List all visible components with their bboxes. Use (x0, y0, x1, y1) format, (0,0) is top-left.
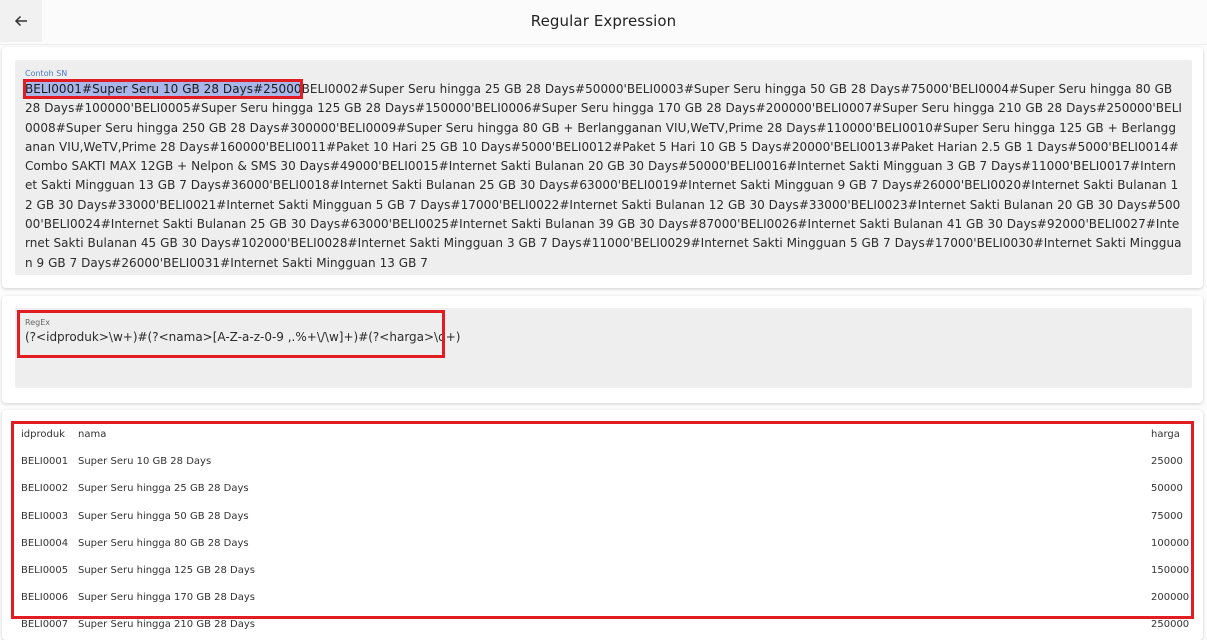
cell-harga: 250000 (1151, 619, 1190, 631)
cell-harga: 50000 (1151, 483, 1183, 495)
cell-idproduk: BELI0004 (21, 537, 69, 549)
cell-harga: 200000 (1151, 592, 1190, 604)
cell-idproduk: BELI0001 (21, 456, 69, 468)
header-harga: harga (1151, 429, 1180, 440)
cell-harga: 100000 (1151, 537, 1190, 549)
cell-nama: Super Seru hingga 210 GB 28 Days (78, 619, 255, 631)
table-header: idproduk nama harga (11, 420, 1191, 447)
cell-idproduk: BELI0005 (21, 564, 69, 576)
sample-card: Contoh SN BELI0001#Super Seru 10 GB 28 D… (2, 47, 1203, 288)
sample-sn-label: Contoh SN (25, 69, 68, 78)
table-row: BELI0005 Super Seru hingga 125 GB 28 Day… (11, 556, 1191, 583)
table-row: BELI0002 Super Seru hingga 25 GB 28 Days… (11, 474, 1191, 501)
cell-harga: 75000 (1151, 510, 1183, 522)
page-title: Regular Expression (530, 12, 677, 30)
cell-nama: Super Seru hingga 50 GB 28 Days (78, 510, 249, 522)
cell-nama: Super Seru hingga 170 GB 28 Days (78, 592, 255, 604)
table-row: BELI0007 Super Seru hingga 210 GB 28 Day… (11, 610, 1191, 637)
cell-idproduk: BELI0002 (21, 483, 69, 495)
cell-harga: 25000 (1151, 456, 1183, 468)
results-card: idproduk nama harga BELI0001 Super Seru … (2, 410, 1203, 640)
cell-idproduk: BELI0007 (21, 619, 69, 631)
table-row: BELI0006 Super Seru hingga 170 GB 28 Day… (11, 583, 1191, 610)
cell-nama: Super Seru hingga 125 GB 28 Days (78, 564, 255, 576)
regex-field[interactable]: RegEx (?<idproduk>\w+)#(?<nama>[A-Z-a-z-… (15, 308, 1192, 388)
app-bar: Regular Expression (0, 0, 1207, 45)
regex-label: RegEx (25, 318, 50, 327)
cell-idproduk: BELI0003 (21, 510, 69, 522)
selected-match: BELI0001#Super Seru 10 GB 28 Days#25000 (25, 82, 302, 96)
regex-card: RegEx (?<idproduk>\w+)#(?<nama>[A-Z-a-z-… (2, 296, 1203, 403)
table-row: BELI0003 Super Seru hingga 50 GB 28 Days… (11, 502, 1191, 529)
sample-sn-rest: BELI0002#Super Seru hingga 25 GB 28 Days… (25, 82, 1183, 270)
cell-nama: Super Seru hingga 80 GB 28 Days (78, 537, 249, 549)
results-table: idproduk nama harga BELI0001 Super Seru … (11, 420, 1191, 638)
cell-idproduk: BELI0006 (21, 592, 69, 604)
sample-sn-text[interactable]: BELI0001#Super Seru 10 GB 28 Days#25000B… (25, 80, 1183, 273)
cell-nama: Super Seru 10 GB 28 Days (78, 456, 212, 468)
cell-nama: Super Seru hingga 25 GB 28 Days (78, 483, 249, 495)
sample-sn-field[interactable]: Contoh SN BELI0001#Super Seru 10 GB 28 D… (15, 60, 1192, 275)
table-row: BELI0004 Super Seru hingga 80 GB 28 Days… (11, 529, 1191, 556)
cell-harga: 150000 (1151, 564, 1190, 576)
header-nama: nama (78, 429, 107, 440)
header-idproduk: idproduk (21, 429, 65, 440)
regex-input[interactable]: (?<idproduk>\w+)#(?<nama>[A-Z-a-z-0-9 ,.… (25, 329, 460, 345)
table-row: BELI0001 Super Seru 10 GB 28 Days 25000 (11, 447, 1191, 474)
